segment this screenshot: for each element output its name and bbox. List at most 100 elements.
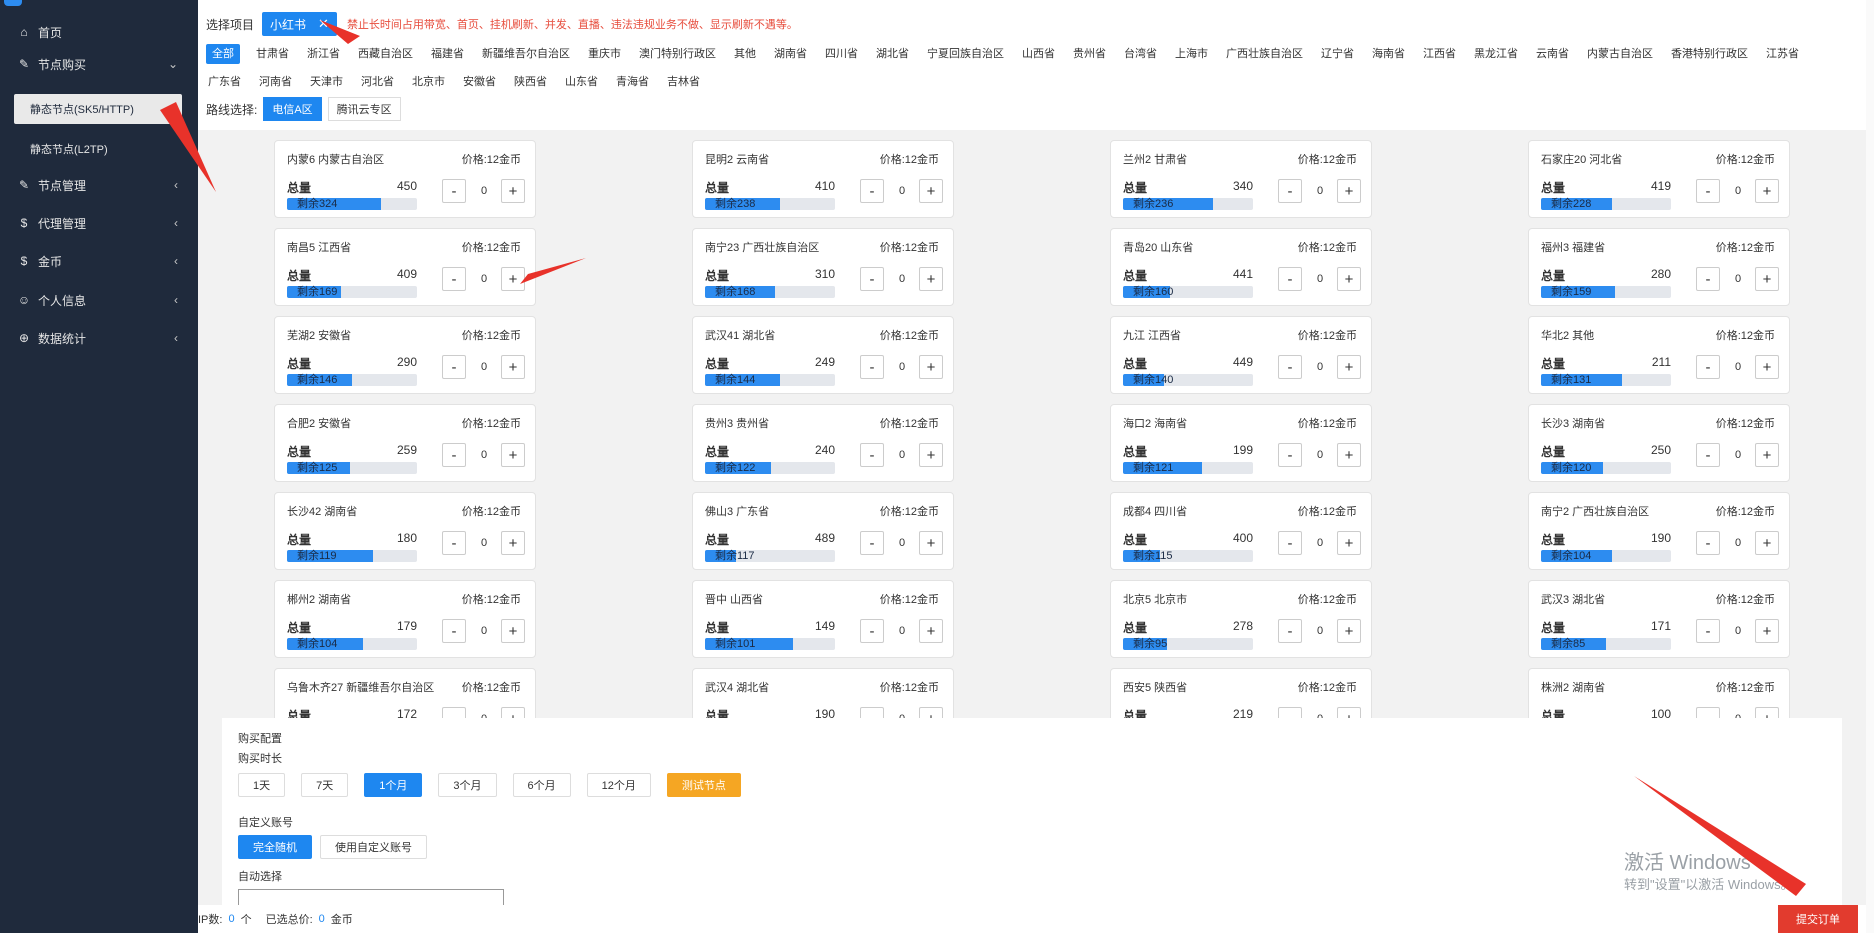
decrement-button[interactable]: - (1696, 179, 1720, 203)
sidebar-item-coins[interactable]: $ 金币 ‹ (0, 243, 198, 279)
quantity-value[interactable]: 0 (472, 707, 496, 718)
increment-button[interactable]: + (1337, 443, 1361, 467)
region-filter[interactable]: 内蒙古自治区 (1585, 44, 1655, 64)
decrement-button[interactable]: - (1278, 619, 1302, 643)
quantity-value[interactable]: 0 (1726, 443, 1750, 467)
quantity-value[interactable]: 0 (890, 443, 914, 467)
decrement-button[interactable]: - (860, 267, 884, 291)
quantity-value[interactable]: 0 (1726, 267, 1750, 291)
region-filter[interactable]: 上海市 (1173, 44, 1210, 64)
region-filter[interactable]: 吉林省 (665, 72, 702, 92)
quantity-value[interactable]: 0 (1726, 531, 1750, 555)
increment-button[interactable]: + (1337, 267, 1361, 291)
sidebar-subitem-static-sk5[interactable]: 静态节点(SK5/HTTP) (14, 94, 182, 124)
region-filter[interactable]: 贵州省 (1071, 44, 1108, 64)
region-filter-all[interactable]: 全部 (206, 44, 240, 64)
sidebar-item-home[interactable]: ⌂ 首页 (0, 14, 198, 50)
duration-1-month[interactable]: 1个月 (364, 773, 423, 797)
region-filter[interactable]: 黑龙江省 (1472, 44, 1520, 64)
region-filter[interactable]: 重庆市 (586, 44, 623, 64)
region-filter[interactable]: 海南省 (1370, 44, 1407, 64)
region-filter[interactable]: 北京市 (410, 72, 447, 92)
region-filter[interactable]: 甘肃省 (254, 44, 291, 64)
region-filter[interactable]: 香港特别行政区 (1669, 44, 1750, 64)
line-option-tencent[interactable]: 腾讯云专区 (327, 97, 401, 121)
decrement-button[interactable]: - (442, 179, 466, 203)
sidebar-item-profile[interactable]: ☺ 个人信息 ‹ (0, 282, 198, 318)
region-filter[interactable]: 广西壮族自治区 (1224, 44, 1305, 64)
region-filter[interactable]: 台湾省 (1122, 44, 1159, 64)
decrement-button[interactable]: - (1696, 531, 1720, 555)
decrement-button[interactable]: - (860, 619, 884, 643)
quantity-value[interactable]: 0 (890, 707, 914, 718)
decrement-button[interactable]: - (860, 355, 884, 379)
account-custom-button[interactable]: 使用自定义账号 (320, 835, 427, 859)
increment-button[interactable]: + (1337, 531, 1361, 555)
increment-button[interactable]: + (919, 443, 943, 467)
quantity-value[interactable]: 0 (1308, 707, 1332, 718)
increment-button[interactable]: + (1337, 355, 1361, 379)
quantity-value[interactable]: 0 (472, 619, 496, 643)
sidebar-item-proxy-manage[interactable]: $ 代理管理 ‹ (0, 205, 198, 241)
region-filter[interactable]: 西藏自治区 (356, 44, 415, 64)
test-node-button[interactable]: 测试节点 (666, 773, 741, 797)
sidebar-item-node-purchase[interactable]: ✎ 节点购买 ⌄ (0, 46, 198, 82)
quantity-value[interactable]: 0 (1308, 619, 1332, 643)
increment-button[interactable]: + (1755, 619, 1779, 643)
region-filter[interactable]: 江西省 (1421, 44, 1458, 64)
decrement-button[interactable]: - (442, 619, 466, 643)
decrement-button[interactable]: - (860, 531, 884, 555)
increment-button[interactable]: + (1337, 707, 1361, 718)
increment-button[interactable]: + (919, 531, 943, 555)
quantity-value[interactable]: 0 (890, 267, 914, 291)
account-random-button[interactable]: 完全随机 (238, 835, 312, 859)
decrement-button[interactable]: - (1278, 355, 1302, 379)
submit-order-button[interactable]: 提交订单 (1778, 905, 1858, 933)
duration-6-months[interactable]: 6个月 (512, 773, 571, 797)
decrement-button[interactable]: - (1696, 619, 1720, 643)
region-filter[interactable]: 澳门特别行政区 (637, 44, 718, 64)
region-filter[interactable]: 山东省 (563, 72, 600, 92)
sidebar-item-node-manage[interactable]: ✎ 节点管理 ‹ (0, 167, 198, 203)
region-filter[interactable]: 天津市 (308, 72, 345, 92)
region-filter[interactable]: 福建省 (429, 44, 466, 64)
increment-button[interactable]: + (1755, 355, 1779, 379)
decrement-button[interactable]: - (860, 707, 884, 718)
region-filter[interactable]: 河南省 (257, 72, 294, 92)
duration-7-days[interactable]: 7天 (301, 773, 349, 797)
increment-button[interactable]: + (501, 531, 525, 555)
region-filter[interactable]: 湖南省 (772, 44, 809, 64)
quantity-value[interactable]: 0 (1726, 707, 1750, 718)
quantity-value[interactable]: 0 (1726, 355, 1750, 379)
decrement-button[interactable]: - (1696, 355, 1720, 379)
region-filter[interactable]: 湖北省 (874, 44, 911, 64)
decrement-button[interactable]: - (860, 443, 884, 467)
decrement-button[interactable]: - (1696, 267, 1720, 291)
sidebar-item-stats[interactable]: ⊕ 数据统计 ‹ (0, 320, 198, 356)
decrement-button[interactable]: - (442, 443, 466, 467)
decrement-button[interactable]: - (1278, 443, 1302, 467)
increment-button[interactable]: + (501, 443, 525, 467)
quantity-value[interactable]: 0 (890, 355, 914, 379)
quantity-value[interactable]: 0 (472, 443, 496, 467)
decrement-button[interactable]: - (1278, 179, 1302, 203)
region-filter[interactable]: 广东省 (206, 72, 243, 92)
quantity-value[interactable]: 0 (890, 179, 914, 203)
quantity-value[interactable]: 0 (1308, 531, 1332, 555)
region-filter[interactable]: 宁夏回族自治区 (925, 44, 1006, 64)
quantity-value[interactable]: 0 (472, 355, 496, 379)
increment-button[interactable]: + (1755, 443, 1779, 467)
quantity-value[interactable]: 0 (1308, 355, 1332, 379)
region-filter[interactable]: 新疆维吾尔自治区 (480, 44, 572, 64)
increment-button[interactable]: + (1755, 179, 1779, 203)
quantity-value[interactable]: 0 (472, 267, 496, 291)
region-filter[interactable]: 四川省 (823, 44, 860, 64)
increment-button[interactable]: + (919, 619, 943, 643)
decrement-button[interactable]: - (442, 267, 466, 291)
region-filter[interactable]: 河北省 (359, 72, 396, 92)
quantity-value[interactable]: 0 (472, 531, 496, 555)
duration-3-months[interactable]: 3个月 (438, 773, 497, 797)
increment-button[interactable]: + (1337, 619, 1361, 643)
decrement-button[interactable]: - (442, 355, 466, 379)
duration-1-day[interactable]: 1天 (238, 773, 286, 797)
